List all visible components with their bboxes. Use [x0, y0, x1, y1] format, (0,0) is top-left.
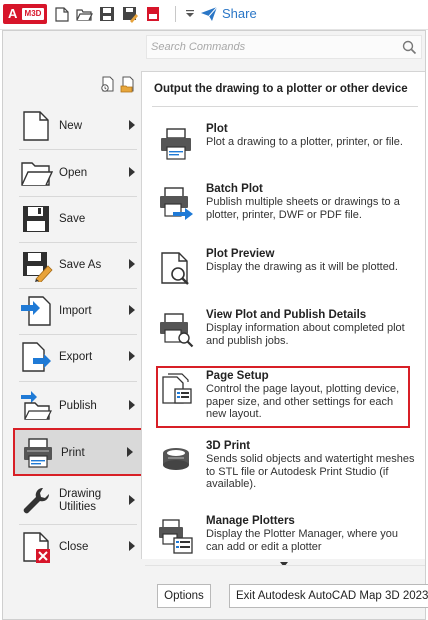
submenu-arrow-icon — [129, 351, 135, 361]
submenu-arrow-icon — [129, 167, 135, 177]
3d-print-icon — [163, 448, 189, 470]
submenu-arrow-icon — [129, 541, 135, 551]
new-file-icon — [23, 111, 49, 141]
publish-icon — [21, 391, 52, 420]
toolbar-separator — [175, 6, 176, 22]
submenu-item-plot[interactable]: Plot Plot a drawing to a plotter, printe… — [152, 123, 418, 167]
submenu-item-title: Plot — [206, 123, 228, 135]
submenu-item-plot-preview[interactable]: Plot Preview Display the drawing as it w… — [152, 248, 418, 296]
menu-item-import[interactable]: Import — [13, 288, 143, 334]
menu-item-publish[interactable]: Publish — [13, 383, 143, 429]
exit-application-button[interactable]: Exit Autodesk AutoCAD Map 3D 2023 — [229, 584, 428, 608]
submenu-item-manage-plotters[interactable]: Manage Plotters Display the Plotter Mana… — [152, 515, 418, 557]
menu-item-label: Publish — [59, 399, 97, 412]
menu-item-close[interactable]: Close — [13, 524, 143, 570]
customize-toolbar-chevron-down-icon[interactable] — [181, 5, 199, 23]
submenu-arrow-icon — [127, 447, 133, 457]
menu-divider — [19, 381, 137, 382]
submenu-item-description: Display information about completed plot… — [206, 322, 405, 347]
submenu-item-description: Display the drawing as it will be plotte… — [206, 261, 398, 273]
plot-details-icon — [160, 313, 194, 348]
app-button-product-tag: M3D — [22, 8, 44, 20]
submenu-arrow-icon — [129, 400, 135, 410]
submenu-arrow-icon — [129, 495, 135, 505]
submenu-item-title: Batch Plot — [206, 183, 263, 195]
share-label: Share — [222, 6, 257, 21]
open-icon[interactable] — [75, 5, 93, 23]
quick-access-toolbar: A M3D Share — [0, 0, 428, 30]
menu-item-new[interactable]: New — [13, 103, 143, 149]
menu-item-save-as[interactable]: Save As — [13, 242, 143, 288]
submenu-item-batch-plot[interactable]: Batch Plot Publish multiple sheets or dr… — [152, 183, 418, 233]
submenu-item-view-plot-details[interactable]: View Plot and Publish Details Display in… — [152, 309, 418, 359]
app-button-letter: A — [8, 6, 18, 21]
new-icon[interactable] — [53, 5, 71, 23]
submenu-item-description: Sends solid objects and watertight meshe… — [206, 453, 415, 490]
panel-title: Output the drawing to a plotter or other… — [154, 83, 408, 95]
panel-header-divider — [152, 106, 418, 107]
menu-item-save[interactable]: Save — [13, 196, 143, 242]
menu-footer: Options Exit Autodesk AutoCAD Map 3D 202… — [145, 565, 428, 615]
submenu-arrow-icon — [129, 259, 135, 269]
submenu-item-title: View Plot and Publish Details — [206, 309, 367, 321]
save-icon — [23, 206, 49, 232]
plot-icon[interactable] — [144, 5, 162, 23]
plot-printer-icon — [161, 128, 191, 160]
submenu-arrow-icon — [129, 120, 135, 130]
menu-item-label: Save As — [59, 258, 102, 271]
close-file-icon — [23, 532, 50, 563]
submenu-item-description: Publish multiple sheets or drawings to a… — [206, 196, 400, 221]
save-as-icon — [23, 252, 53, 282]
menu-item-print[interactable]: Print — [13, 428, 143, 476]
export-icon — [22, 342, 51, 372]
page-setup-icon — [162, 373, 192, 404]
submenu-item-description: Plot a drawing to a plotter, printer, or… — [206, 136, 403, 148]
plot-preview-icon — [161, 252, 189, 285]
submenu-item-page-setup[interactable]: Page Setup Control the page layout, plot… — [156, 366, 410, 428]
submenu-item-description: Display the Plotter Manager, where you c… — [206, 528, 398, 553]
options-button[interactable]: Options — [157, 584, 211, 608]
open-documents-icon[interactable] — [119, 75, 136, 93]
search-icon[interactable] — [402, 40, 417, 55]
wrench-icon — [23, 487, 50, 514]
submenu-item-title: Page Setup — [206, 370, 269, 382]
search-box — [146, 35, 422, 59]
document-view-toggles — [99, 75, 139, 95]
submenu-item-description: Control the page layout, plotting device… — [206, 383, 400, 420]
menu-item-open[interactable]: Open — [13, 150, 143, 196]
menu-item-export[interactable]: Export — [13, 334, 143, 380]
menu-item-label: Print — [61, 446, 85, 459]
submenu-item-3d-print[interactable]: 3D Print Sends solid objects and waterti… — [152, 440, 418, 492]
printer-icon — [24, 438, 52, 468]
application-button[interactable]: A M3D — [3, 4, 47, 24]
open-folder-icon — [21, 162, 53, 186]
search-input[interactable] — [147, 36, 397, 58]
import-icon — [21, 296, 51, 326]
menu-item-label: Close — [59, 540, 89, 553]
batch-plot-icon — [160, 187, 193, 220]
save-as-icon[interactable] — [121, 5, 139, 23]
application-menu: New Open Save Save As Import — [2, 30, 428, 620]
recent-documents-icon[interactable] — [99, 75, 116, 93]
menu-item-label: Export — [59, 350, 93, 363]
menu-item-label: Open — [59, 166, 88, 179]
menu-item-label: Save — [59, 212, 86, 225]
menu-item-drawing-utilities[interactable]: Drawing Utilities — [13, 478, 143, 524]
menu-item-label: Import — [59, 304, 92, 317]
submenu-item-title: Manage Plotters — [206, 515, 295, 527]
menu-item-label: Drawing Utilities — [59, 488, 102, 513]
print-submenu-panel: Output the drawing to a plotter or other… — [141, 71, 425, 567]
paper-plane-icon — [201, 7, 218, 21]
submenu-item-title: 3D Print — [206, 440, 251, 452]
submenu-item-title: Plot Preview — [206, 248, 275, 260]
save-icon[interactable] — [98, 5, 116, 23]
menu-item-label: New — [59, 119, 83, 132]
manage-plotters-icon — [159, 519, 193, 554]
submenu-arrow-icon — [129, 305, 135, 315]
